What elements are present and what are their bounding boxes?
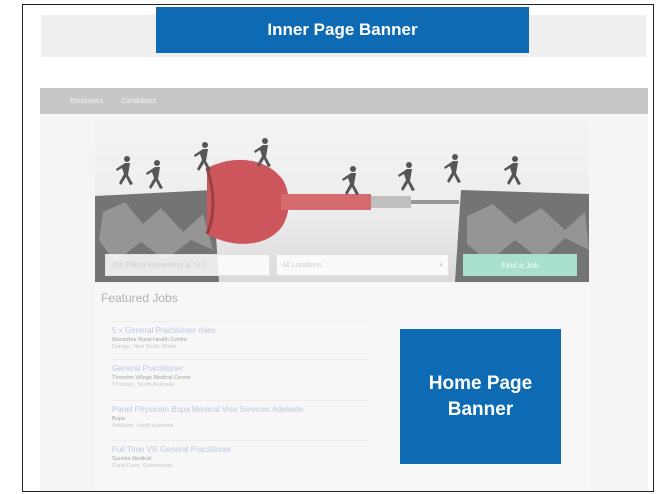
job-listing[interactable]: Full Time VR General Practitioner Sunris…	[112, 440, 368, 470]
job-title-link[interactable]: 5 x General Practitioner roles	[112, 326, 368, 335]
featured-jobs-title: Featured Jobs	[101, 291, 178, 305]
job-location: Thornton, South Australia	[112, 382, 175, 388]
job-employer: Bupa	[112, 416, 125, 422]
job-employer: Sunrise Medical	[112, 456, 152, 462]
job-employer: Thornton Village Medical Centre	[112, 375, 191, 381]
nav-item-candidates[interactable]: Candidates	[121, 98, 156, 105]
job-location: Coral Cove, Queensland	[112, 463, 173, 469]
running-figures	[116, 138, 521, 195]
dart-icon	[205, 159, 459, 244]
home-page-banner-label: Home Page Banner	[400, 329, 561, 464]
site-navbar: Employers Candidates	[40, 88, 648, 114]
job-title-link[interactable]: Full Time VR General Practitioner	[112, 445, 368, 454]
job-listing[interactable]: Panel Physician Bupa Medical Visa Servic…	[112, 400, 368, 430]
location-select-value: All Locations	[281, 261, 322, 269]
job-listing[interactable]: General Practitioner Thornton Village Me…	[112, 359, 368, 389]
job-listing[interactable]: 5 x General Practitioner roles Macarthur…	[112, 321, 368, 351]
job-search-bar: Job Title or Keyword (e.g. GP) All Locat…	[105, 254, 577, 278]
job-location: Adelaide, South Australia	[112, 423, 174, 429]
nav-item-employers[interactable]: Employers	[70, 98, 103, 105]
find-job-button[interactable]: Find a Job	[462, 254, 577, 276]
job-title-link[interactable]: Panel Physician Bupa Medical Visa Servic…	[112, 405, 368, 414]
job-title-link[interactable]: General Practitioner	[112, 364, 368, 373]
screenshot-frame: Inner Page Banner Employers Candidates J…	[22, 4, 654, 492]
keyword-search-input[interactable]: Job Title or Keyword (e.g. GP)	[105, 254, 270, 276]
location-select[interactable]: All Locations ▾	[275, 254, 449, 276]
chevron-down-icon: ▾	[439, 262, 443, 269]
job-location: Dorrigo, New South Wales	[112, 344, 177, 350]
job-employer: Macarthur Rural Health Centre	[112, 337, 187, 343]
inner-page-banner-label: Inner Page Banner	[156, 7, 529, 53]
